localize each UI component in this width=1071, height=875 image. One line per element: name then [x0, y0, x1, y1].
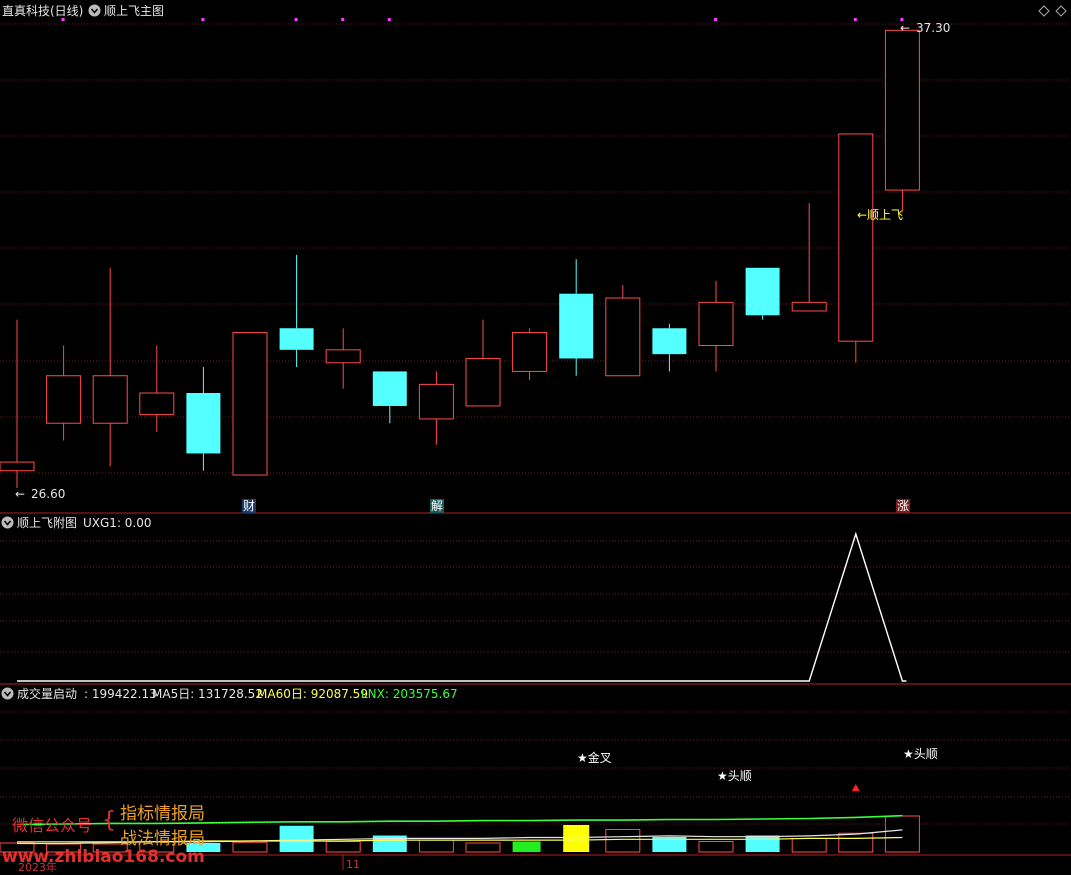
watermark-wechat: 微信公众号 [12, 816, 93, 835]
volume-bar [418, 839, 454, 853]
price-high-arrow: ← [900, 21, 911, 35]
uxg1-line [17, 531, 907, 682]
volume-bar [884, 815, 920, 853]
volume-bar [279, 825, 314, 852]
signal-dot [294, 18, 298, 21]
volume-bar [698, 841, 734, 853]
candle-body-down [279, 328, 314, 350]
month-label: 11 [346, 858, 360, 871]
watermark-line1: 指标情报局 [120, 804, 205, 824]
signal-dot [853, 18, 857, 21]
annotation-head-right: ★头顺 [903, 747, 938, 761]
candle-body-up [325, 349, 361, 364]
candle-body-up [605, 297, 641, 377]
volume-bar [838, 832, 874, 853]
alert-triangle-icon [851, 784, 860, 791]
candle-body-up [465, 357, 501, 407]
volume-panel-title[interactable]: 成交量启动 [17, 687, 77, 701]
chevron-down-icon[interactable] [88, 4, 101, 17]
candle-body-up [698, 301, 734, 347]
event-tag-jie[interactable]: 解 [430, 499, 445, 513]
candle-body-up [46, 375, 82, 424]
volume-bar [745, 835, 780, 852]
annotation-head: ★头顺 [717, 769, 752, 783]
indicator-name[interactable]: 顺上飞主图 [104, 4, 164, 18]
volume-bar [791, 838, 827, 853]
chevron-down-icon-sub[interactable] [1, 516, 14, 529]
volume-bar [325, 841, 361, 853]
ma60-value: MA60日: 92087.59 [257, 687, 368, 701]
chart-canvas[interactable] [0, 0, 1071, 875]
volume-bar [512, 841, 541, 852]
candle-body-up [92, 375, 128, 424]
diamond-icon-2[interactable] [1055, 5, 1067, 17]
signal-dot [201, 18, 205, 21]
event-tag-zhang[interactable]: 涨 [896, 499, 911, 513]
lnx-value: LNX: 203575.67 [361, 687, 458, 701]
candle-body-up [838, 133, 874, 342]
uxg1-value: UXG1: 0.00 [83, 516, 152, 530]
candle-body-up [418, 383, 454, 420]
candle-body-down [559, 293, 594, 359]
volume-bar [465, 842, 501, 853]
signal-label: ←顺上飞 [857, 208, 904, 222]
signal-dot [341, 18, 345, 21]
candle-body-up [232, 332, 268, 476]
ma5-value: MA5日: 131728.52 [152, 687, 263, 701]
diamond-icon[interactable] [1038, 5, 1050, 17]
sub-panel-title[interactable]: 顺上飞附图 [17, 516, 77, 530]
price-low-label: 26.60 [31, 487, 66, 501]
price-high-label: 37.30 [916, 21, 951, 35]
event-tag-cai[interactable]: 财 [242, 499, 257, 513]
candle-body-down [745, 267, 780, 316]
volume-bar [563, 825, 590, 852]
watermark-url: www.zhibiao168.com [2, 847, 205, 867]
signal-dot [714, 18, 717, 21]
stock-title: 直真科技(日线) [2, 4, 84, 18]
volume-bar [232, 841, 268, 853]
volume-bar [605, 829, 641, 853]
annotation-golden-cross: ★金叉 [577, 751, 612, 765]
candle-body-down [652, 328, 687, 355]
candle-body-up [884, 29, 920, 191]
candle-body-up [512, 332, 548, 372]
watermark-line2: 战法情报局 [120, 829, 205, 849]
chevron-down-icon-vol[interactable] [1, 687, 14, 700]
candle-body-down [372, 371, 407, 406]
signal-dot [387, 18, 391, 21]
price-low-arrow: ← [15, 487, 26, 501]
candle-body-up [791, 301, 827, 312]
signal-dot [61, 18, 65, 21]
candle-body-up [0, 461, 35, 472]
watermark-brace: { [102, 808, 116, 833]
candle-body-down [186, 393, 221, 454]
candle-body-up [139, 392, 175, 416]
volume-main-value: : 199422.13 [84, 687, 157, 701]
